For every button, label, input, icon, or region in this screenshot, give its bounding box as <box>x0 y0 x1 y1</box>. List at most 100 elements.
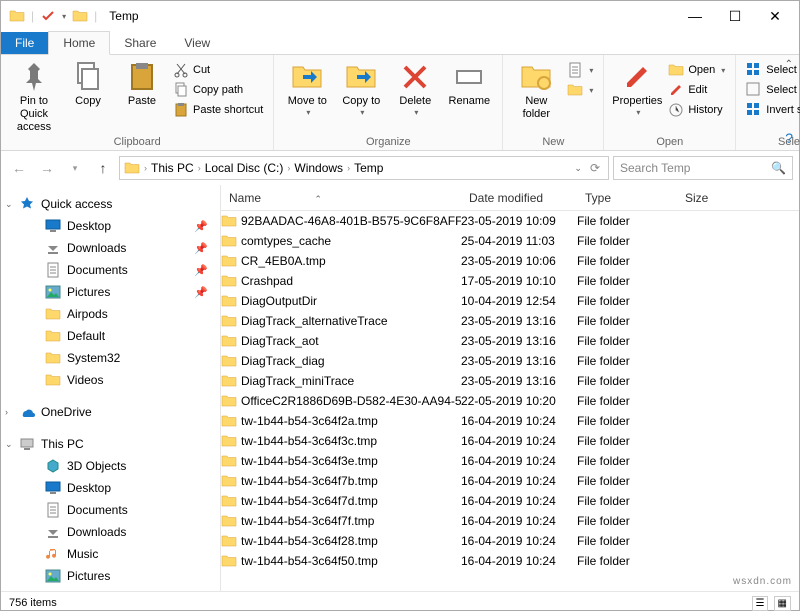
nav-this-pc[interactable]: ⌄This PC <box>1 433 220 455</box>
nav-documents2[interactable]: Documents <box>1 499 220 521</box>
pin-quick-access-button[interactable]: Pin to Quick access <box>9 57 59 135</box>
collapse-ribbon-icon[interactable]: ⌃ <box>785 59 793 70</box>
3d-icon <box>45 458 61 474</box>
breadcrumb-dropdown-icon[interactable]: ⌄ <box>574 163 582 174</box>
tab-file[interactable]: File <box>1 32 48 54</box>
close-button[interactable]: ✕ <box>755 2 795 30</box>
nav-3d-objects[interactable]: 3D Objects <box>1 455 220 477</box>
file-date: 23-05-2019 10:06 <box>461 254 577 268</box>
nav-pane[interactable]: ⌄Quick access Desktop📌 Downloads📌 Docume… <box>1 185 221 591</box>
crumb-thispc[interactable]: This PC <box>151 161 194 175</box>
qat-caret-icon[interactable]: ▾ <box>62 12 66 21</box>
nav-desktop2[interactable]: Desktop <box>1 477 220 499</box>
folder-icon <box>45 328 61 344</box>
select-all-icon <box>746 62 762 78</box>
nav-default[interactable]: Default <box>1 325 220 347</box>
table-row[interactable]: DiagTrack_miniTrace23-05-2019 13:16File … <box>221 371 799 391</box>
nav-system32[interactable]: System32 <box>1 347 220 369</box>
folder-icon <box>221 533 237 549</box>
table-row[interactable]: comtypes_cache25-04-2019 11:03File folde… <box>221 231 799 251</box>
copy-to-button[interactable]: Copy to▾ <box>336 57 386 118</box>
table-row[interactable]: DiagOutputDir10-04-2019 12:54File folder <box>221 291 799 311</box>
desktop-icon <box>45 480 61 496</box>
nav-videos[interactable]: Videos <box>1 369 220 391</box>
delete-button[interactable]: Delete▾ <box>390 57 440 118</box>
nav-airpods[interactable]: Airpods <box>1 303 220 325</box>
watermark: wsxdn.com <box>733 576 792 587</box>
copy-path-button[interactable]: Copy path <box>171 81 265 99</box>
new-folder-button[interactable]: New folder <box>511 57 561 121</box>
back-button[interactable]: ← <box>7 156 31 180</box>
nav-music[interactable]: Music <box>1 543 220 565</box>
qat-sep: | <box>31 9 34 23</box>
file-date: 23-05-2019 10:09 <box>461 214 577 228</box>
col-name[interactable]: Name ⌃ <box>221 191 461 205</box>
up-button[interactable]: ↑ <box>91 156 115 180</box>
crumb-temp[interactable]: Temp <box>354 161 383 175</box>
nav-quick-access[interactable]: ⌄Quick access <box>1 193 220 215</box>
maximize-button[interactable]: ☐ <box>715 2 755 30</box>
table-row[interactable]: tw-1b44-b54-3c64f3c.tmp16-04-2019 10:24F… <box>221 431 799 451</box>
nav-desktop[interactable]: Desktop📌 <box>1 215 220 237</box>
table-row[interactable]: tw-1b44-b54-3c64f7b.tmp16-04-2019 10:24F… <box>221 471 799 491</box>
cut-button[interactable]: Cut <box>171 61 265 79</box>
crumb-windows[interactable]: Windows <box>294 161 343 175</box>
table-row[interactable]: CR_4EB0A.tmp23-05-2019 10:06File folder <box>221 251 799 271</box>
thumbnails-view-button[interactable]: ▦ <box>774 596 791 611</box>
table-row[interactable]: tw-1b44-b54-3c64f2a.tmp16-04-2019 10:24F… <box>221 411 799 431</box>
select-none-button[interactable]: Select none <box>744 81 800 99</box>
paste-button[interactable]: Paste <box>117 57 167 108</box>
rename-button[interactable]: Rename <box>444 57 494 108</box>
folder-icon <box>221 473 237 489</box>
minimize-button[interactable]: — <box>675 2 715 30</box>
crumb-c[interactable]: Local Disc (C:) <box>205 161 284 175</box>
recent-button[interactable]: ▾ <box>63 156 87 180</box>
copy-button[interactable]: Copy <box>63 57 113 108</box>
new-item-button[interactable]: ▾ <box>565 61 595 79</box>
invert-selection-button[interactable]: Invert selection <box>744 101 800 119</box>
tab-home[interactable]: Home <box>48 31 110 55</box>
breadcrumb[interactable]: › This PC› Local Disc (C:)› Windows› Tem… <box>119 156 609 180</box>
table-row[interactable]: DiagTrack_alternativeTrace23-05-2019 13:… <box>221 311 799 331</box>
table-row[interactable]: Crashpad17-05-2019 10:10File folder <box>221 271 799 291</box>
nav-documents[interactable]: Documents📌 <box>1 259 220 281</box>
move-to-button[interactable]: Move to▾ <box>282 57 332 118</box>
table-row[interactable]: 92BAADAC-46A8-401B-B575-9C6F8AFF6...23-0… <box>221 211 799 231</box>
table-row[interactable]: tw-1b44-b54-3c64f7d.tmp16-04-2019 10:24F… <box>221 491 799 511</box>
help-icon[interactable]: ? <box>785 130 793 146</box>
tab-view[interactable]: View <box>170 32 224 54</box>
file-type: File folder <box>577 254 677 268</box>
forward-button[interactable]: → <box>35 156 59 180</box>
search-input[interactable]: Search Temp 🔍 <box>613 156 793 180</box>
edit-button[interactable]: Edit <box>666 81 727 99</box>
table-row[interactable]: DiagTrack_aot23-05-2019 13:16File folder <box>221 331 799 351</box>
easy-access-button[interactable]: ▾ <box>565 81 595 99</box>
table-row[interactable]: tw-1b44-b54-3c64f28.tmp16-04-2019 10:24F… <box>221 531 799 551</box>
table-row[interactable]: DiagTrack_diag23-05-2019 13:16File folde… <box>221 351 799 371</box>
col-size[interactable]: Size <box>677 191 737 205</box>
paste-shortcut-button[interactable]: Paste shortcut <box>171 101 265 119</box>
col-date[interactable]: Date modified <box>461 191 577 205</box>
rename-icon <box>453 61 485 93</box>
pin-icon <box>18 61 50 93</box>
table-row[interactable]: OfficeC2R1886D69B-D582-4E30-AA94-53...22… <box>221 391 799 411</box>
refresh-button[interactable]: ⟳ <box>590 161 600 175</box>
details-view-button[interactable]: ☰ <box>752 596 769 611</box>
folder-icon <box>45 372 61 388</box>
column-headers[interactable]: Name ⌃ Date modified Type Size <box>221 185 799 211</box>
table-row[interactable]: tw-1b44-b54-3c64f3e.tmp16-04-2019 10:24F… <box>221 451 799 471</box>
tab-share[interactable]: Share <box>110 32 170 54</box>
properties-button[interactable]: Properties▾ <box>612 57 662 118</box>
nav-downloads[interactable]: Downloads📌 <box>1 237 220 259</box>
table-row[interactable]: tw-1b44-b54-3c64f50.tmp16-04-2019 10:24F… <box>221 551 799 571</box>
nav-downloads2[interactable]: Downloads <box>1 521 220 543</box>
nav-pictures[interactable]: Pictures📌 <box>1 281 220 303</box>
nav-pictures2[interactable]: Pictures <box>1 565 220 587</box>
check-icon[interactable] <box>40 8 56 24</box>
history-button[interactable]: History <box>666 101 727 119</box>
file-rows[interactable]: 92BAADAC-46A8-401B-B575-9C6F8AFF6...23-0… <box>221 211 799 591</box>
table-row[interactable]: tw-1b44-b54-3c64f7f.tmp16-04-2019 10:24F… <box>221 511 799 531</box>
col-type[interactable]: Type <box>577 191 677 205</box>
open-button[interactable]: Open▾ <box>666 61 727 79</box>
nav-onedrive[interactable]: ›OneDrive <box>1 401 220 423</box>
